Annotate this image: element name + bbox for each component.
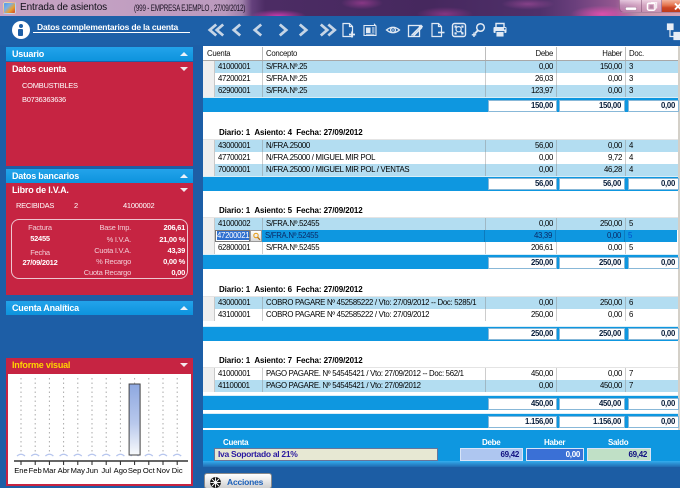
svg-text:Jun: Jun <box>86 466 98 475</box>
svg-text:Abr: Abr <box>58 466 70 475</box>
svg-text:Jul: Jul <box>101 466 111 475</box>
svg-text:Feb: Feb <box>29 466 42 475</box>
svg-text:May: May <box>71 466 86 475</box>
svg-text:Mar: Mar <box>43 466 57 475</box>
svg-text:Ago: Ago <box>114 466 128 475</box>
svg-text:Dic: Dic <box>172 466 183 475</box>
svg-text:Nov: Nov <box>156 466 170 475</box>
svg-text:Sep: Sep <box>128 466 142 475</box>
svg-text:Ene: Ene <box>14 466 28 475</box>
svg-text:Oct: Oct <box>143 466 156 475</box>
